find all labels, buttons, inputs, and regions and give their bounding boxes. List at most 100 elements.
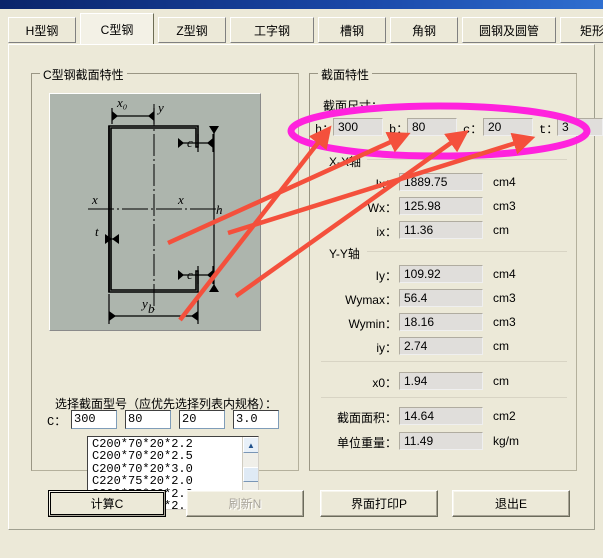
field-unit-x0: cm — [493, 374, 509, 388]
dimension-value-c[interactable]: 20 — [483, 118, 533, 136]
yy-axis-label: Y-Y轴 — [329, 247, 360, 261]
c-dimension-input-h[interactable]: 300 — [71, 410, 117, 429]
field-row-wx: Wx： 125.98 cm3 — [315, 197, 577, 216]
tab-h-section[interactable]: H型钢 — [8, 17, 76, 43]
field-value-unit-weight: 11.49 — [399, 432, 483, 450]
centroid-separator — [321, 361, 567, 362]
tab-round-steel-pipe[interactable]: 圆钢及圆管 — [462, 17, 556, 43]
field-label-ix: Ix： — [375, 177, 397, 191]
field-label-ix-radius: ix： — [376, 225, 397, 239]
calculate-button[interactable]: 计算C — [48, 490, 166, 517]
field-value-wx: 125.98 — [399, 197, 483, 215]
dimension-row: h： 300 b： 80 c： 20 t： 3 — [315, 118, 603, 137]
xx-axis-separator — [367, 159, 567, 160]
field-row-wymin: Wymin： 18.16 cm3 — [315, 313, 577, 332]
field-unit-wx: cm3 — [493, 199, 516, 213]
field-unit-iy: cm4 — [493, 267, 516, 281]
dimension-label-c: c： — [463, 123, 483, 137]
field-unit-unit-weight: kg/m — [493, 434, 520, 448]
xx-axis-label: X-X轴 — [329, 155, 362, 169]
c-section-diagram: x₀ y y x x c c h t b — [49, 93, 261, 331]
exit-button[interactable]: 退出E — [452, 490, 570, 517]
field-label-wx: Wx： — [367, 201, 397, 215]
field-label-x0: x0： — [372, 376, 397, 390]
list-item[interactable]: C200*70*20*2.5 — [92, 450, 244, 463]
tab-label: H型钢 — [25, 23, 59, 38]
summary-separator — [321, 397, 567, 398]
tab-angle-steel[interactable]: 角钢 — [390, 17, 458, 43]
dimension-label-b: b： — [389, 123, 409, 137]
scroll-up-icon[interactable]: ▲ — [243, 437, 258, 453]
tab-z-section[interactable]: Z型钢 — [158, 17, 226, 43]
dimension-value-b[interactable]: 80 — [407, 118, 457, 136]
diagram-label-c-top: c — [187, 135, 193, 150]
dimensions-label: 截面尺寸： — [323, 99, 384, 113]
field-value-iy: 109.92 — [399, 265, 483, 283]
list-item[interactable]: C220*75*20*2.0 — [92, 475, 244, 488]
tab-label: 工字钢 — [253, 23, 290, 38]
group-left-title: C型钢截面特性 — [40, 66, 127, 83]
group-right-title: 截面特性 — [318, 66, 373, 83]
tab-c-section[interactable]: C型钢 — [80, 13, 154, 44]
field-row-ix-radius: ix： 11.36 cm — [315, 221, 577, 240]
diagram-label-x-left: x — [91, 192, 98, 207]
tab-rect-tube[interactable]: 矩形管 — [560, 17, 603, 43]
print-button[interactable]: 界面打印P — [320, 490, 438, 517]
field-label-wymin: Wymin： — [348, 317, 397, 331]
field-row-iy: Iy： 109.92 cm4 — [315, 265, 577, 284]
c-dimension-input-b[interactable]: 80 — [125, 410, 171, 429]
field-row-x0: x0： 1.94 cm — [315, 372, 577, 391]
c-prefix-label: C： — [47, 415, 67, 429]
tab-i-beam[interactable]: 工字钢 — [230, 17, 314, 43]
application-window: H型钢 C型钢 Z型钢 工字钢 槽钢 角钢 圆钢及圆管 矩形管 C型钢截面特性 — [0, 0, 603, 558]
field-label-iy: Iy： — [375, 269, 397, 283]
field-value-x0: 1.94 — [399, 372, 483, 390]
tab-page-content: C型钢截面特性 x₀ y y x x c c h t b 选择截面型号（应优先选… — [9, 45, 603, 529]
diagram-label-x-right: x — [177, 192, 184, 207]
diagram-label-c-bottom: c — [187, 267, 193, 282]
field-unit-iy-radius: cm — [493, 339, 509, 353]
field-row-unit-weight: 单位重量： 11.49 kg/m — [315, 432, 577, 451]
tab-label: 圆钢及圆管 — [478, 23, 539, 38]
field-value-ix-radius: 11.36 — [399, 221, 483, 239]
tab-label: 矩形管 — [579, 23, 603, 38]
tab-label: Z型钢 — [176, 23, 208, 38]
c-dimension-input-t[interactable]: 3.0 — [233, 410, 279, 429]
tab-label: 角钢 — [411, 23, 436, 38]
c-dimension-input-c[interactable]: 20 — [179, 410, 225, 429]
tab-channel-steel[interactable]: 槽钢 — [318, 17, 386, 43]
scrollbar-thumb[interactable] — [243, 467, 258, 482]
print-button-label: 界面打印P — [350, 497, 407, 511]
field-value-iy-radius: 2.74 — [399, 337, 483, 355]
field-unit-ix: cm4 — [493, 175, 516, 189]
field-row-area: 截面面积： 14.64 cm2 — [315, 407, 577, 426]
diagram-label-h: h — [216, 202, 223, 217]
field-unit-area: cm2 — [493, 409, 516, 423]
dimension-label-h: h： — [315, 123, 335, 137]
dimension-label-t: t： — [539, 123, 559, 137]
diagram-label-y-bottom: y — [140, 296, 148, 311]
field-value-ix: 1889.75 — [399, 173, 483, 191]
field-row-ix: Ix： 1889.75 cm4 — [315, 173, 577, 192]
field-label-unit-weight: 单位重量： — [336, 436, 397, 450]
field-label-wymax: Wymax： — [345, 293, 397, 307]
tab-page-c-section: C型钢截面特性 x₀ y y x x c c h t b 选择截面型号（应优先选… — [8, 44, 603, 530]
field-value-wymin: 18.16 — [399, 313, 483, 331]
refresh-button[interactable]: 刷新N — [186, 490, 304, 517]
diagram-label-t: t — [95, 224, 99, 239]
field-label-iy-radius: iy： — [376, 341, 397, 355]
field-row-iy-radius: iy： 2.74 cm — [315, 337, 577, 356]
exit-button-label: 退出E — [494, 497, 527, 511]
field-row-wymax: Wymax： 56.4 cm3 — [315, 289, 577, 308]
yy-axis-separator — [367, 251, 567, 252]
window-title-strip — [0, 0, 603, 9]
diagram-label-b: b — [148, 301, 155, 316]
c-section-drawing: x₀ y y x x c c h t b — [88, 95, 223, 324]
dimension-value-h[interactable]: 300 — [333, 118, 383, 136]
field-value-wymax: 56.4 — [399, 289, 483, 307]
calculate-button-label: 计算C — [90, 497, 124, 511]
dimension-value-t[interactable]: 3 — [557, 118, 603, 136]
diagram-label-x0: x₀ — [116, 95, 127, 110]
field-unit-wymax: cm3 — [493, 291, 516, 305]
tab-strip: H型钢 C型钢 Z型钢 工字钢 槽钢 角钢 圆钢及圆管 矩形管 — [0, 9, 603, 47]
